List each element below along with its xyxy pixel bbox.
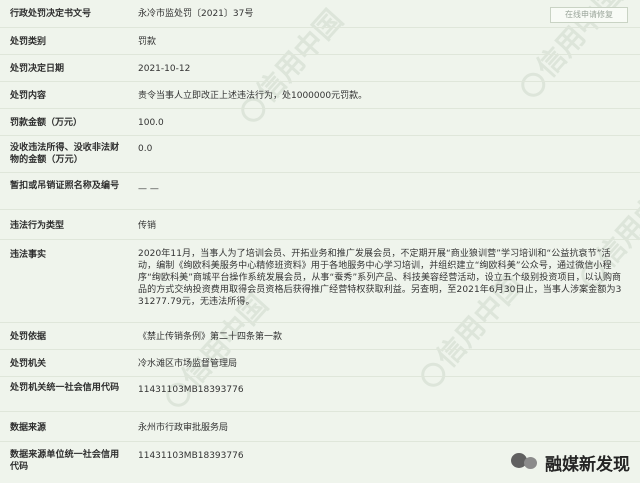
label-penalty-content: 处罚内容 [10, 91, 47, 101]
administrative-penalty-detail-table: 信用中国 信用中国 信用中国 信用中国 信用中国 行政处罚决定书文号 永冷市监处… [0, 0, 640, 483]
row-violation-type: 违法行为类型 传销 [0, 210, 640, 240]
value-fine-amount: 100.0 [138, 118, 164, 128]
online-repair-request-button[interactable]: 在线申请修复 [550, 7, 628, 23]
row-license-number: 暂扣或吊销证照名称及编号 — — [0, 173, 640, 210]
label-decision-date: 处罚决定日期 [10, 64, 65, 74]
value-decision-date: 2021-10-12 [138, 64, 191, 74]
row-penalty-category: 处罚类别 罚款 [0, 28, 640, 55]
row-data-source: 数据来源 永州市行政审批服务局 [0, 412, 640, 442]
value-violation-type: 传销 [138, 221, 157, 231]
brand-overlay: 融媒新发现 [511, 450, 630, 475]
label-penalty-authority: 处罚机关 [10, 359, 47, 369]
row-fine-amount: 罚款金额（万元） 100.0 [0, 109, 640, 136]
row-penalty-content: 处罚内容 责令当事人立即改正上述违法行为，处1000000元罚款。 [0, 82, 640, 109]
row-decision-number: 行政处罚决定书文号 永冷市监处罚〔2021〕37号 在线申请修复 [0, 0, 640, 28]
label-violation-type: 违法行为类型 [10, 221, 65, 231]
row-penalty-authority: 处罚机关 冷水滩区市场监督管理局 [0, 350, 640, 377]
row-authority-credit-code: 处罚机关统一社会信用代码 11431103MB18393776 [0, 377, 640, 412]
wechat-icon [511, 451, 537, 473]
row-confiscation-amount: 没收违法所得、没收非法财物的金额（万元） 0.0 [0, 136, 640, 173]
value-penalty-category: 罚款 [138, 37, 157, 47]
value-penalty-basis: 《禁止传销条例》第二十四条第一款 [138, 332, 283, 342]
value-penalty-content: 责令当事人立即改正上述违法行为，处1000000元罚款。 [138, 91, 368, 101]
label-authority-credit-code: 处罚机关统一社会信用代码 [10, 383, 120, 393]
row-violation-facts: 违法事实 2020年11月，当事人为了培训会员、开拓业务和推广发展会员，不定期开… [0, 240, 640, 323]
label-violation-facts: 违法事实 [10, 250, 47, 260]
label-fine-amount: 罚款金额（万元） [10, 118, 83, 128]
row-decision-date: 处罚决定日期 2021-10-12 [0, 55, 640, 82]
value-authority-credit-code: 11431103MB18393776 [138, 385, 244, 395]
label-penalty-basis: 处罚依据 [10, 332, 47, 342]
value-license-number: — — [138, 184, 159, 194]
label-data-source: 数据来源 [10, 423, 47, 433]
value-penalty-authority: 冷水滩区市场监督管理局 [138, 359, 238, 369]
label-decision-number: 行政处罚决定书文号 [10, 9, 92, 19]
row-penalty-basis: 处罚依据 《禁止传销条例》第二十四条第一款 [0, 323, 640, 350]
label-penalty-category: 处罚类别 [10, 37, 47, 47]
label-data-source-credit-code: 数据来源单位统一社会信用代码 [10, 450, 120, 472]
brand-name: 融媒新发现 [545, 454, 630, 475]
label-license-number: 暂扣或吊销证照名称及编号 [10, 181, 120, 191]
value-data-source: 永州市行政审批服务局 [138, 423, 229, 433]
value-confiscation-amount: 0.0 [138, 144, 153, 154]
value-violation-facts: 2020年11月，当事人为了培训会员、开拓业务和推广发展会员，不定期开展“商业狼… [138, 249, 622, 307]
label-confiscation-amount: 没收违法所得、没收非法财物的金额（万元） [10, 143, 120, 165]
